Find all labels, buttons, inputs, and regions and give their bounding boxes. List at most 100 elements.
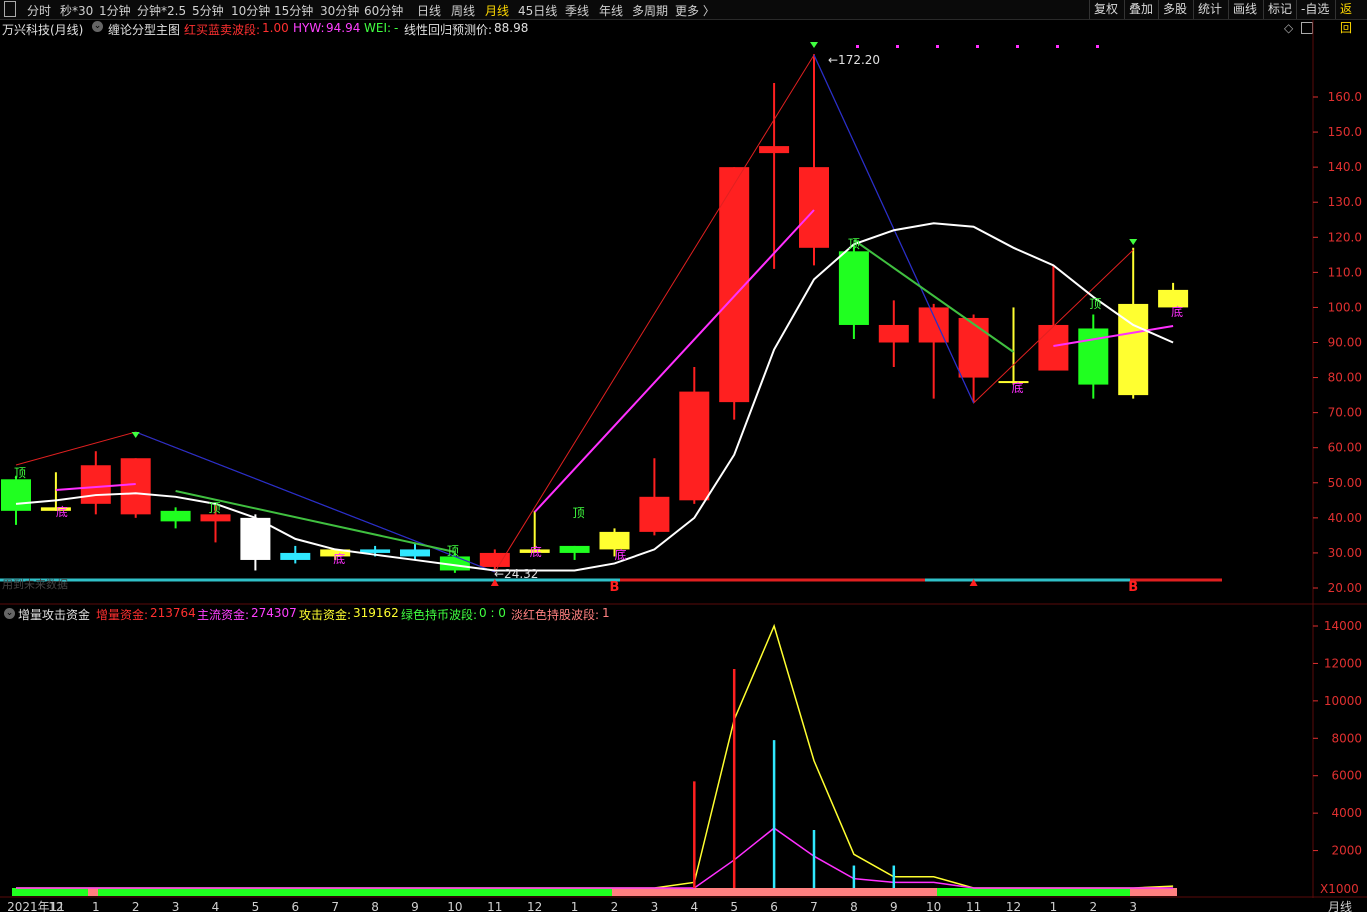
window-icon[interactable]: [1301, 22, 1313, 34]
toolbar-right-5[interactable]: 标记: [1263, 0, 1296, 19]
toolbar-right-6[interactable]: -自选: [1296, 0, 1333, 19]
top-marker: 顶: [14, 466, 26, 480]
bottom-marker: 底: [56, 504, 68, 519]
period-tab-11[interactable]: 月线: [485, 2, 509, 19]
collapse-icon[interactable]: ⌄: [92, 21, 103, 32]
wave-value: 1.00: [262, 21, 289, 35]
top-marker: 顶: [208, 501, 220, 515]
y-tick-label: 90.00: [1328, 336, 1362, 350]
y-tick-label: 70.00: [1328, 406, 1362, 420]
toolbar-right-4[interactable]: 画线: [1228, 0, 1261, 19]
main-fund-line: [16, 827, 1174, 889]
indicator-name[interactable]: 缠论分型主图: [108, 21, 180, 38]
x-tick-label: 3: [651, 900, 659, 912]
top-marker: 顶: [848, 237, 860, 251]
attack-label: 攻击资金:: [299, 608, 352, 622]
candle-body: [200, 514, 231, 522]
x-tick-label: 2: [132, 900, 140, 912]
top-marker: 顶: [573, 506, 585, 520]
x-tick-label: 10: [926, 900, 941, 912]
up-arrow: [490, 579, 499, 586]
period-tab-5[interactable]: 10分钟: [231, 2, 270, 19]
candle-body: [799, 167, 829, 248]
candle-body: [599, 531, 630, 550]
buy-marker: B: [1128, 580, 1138, 595]
y-tick-label: 60.00: [1328, 441, 1362, 455]
toolbar-right-2[interactable]: 多股: [1158, 0, 1191, 19]
toolbar-right-0[interactable]: 复权: [1089, 0, 1122, 19]
x-tick-label: 2: [611, 900, 619, 912]
y-tick-label: 100.0: [1328, 300, 1362, 314]
green-seg2: [853, 239, 1015, 353]
indicator-collapse-icon[interactable]: ⌄: [4, 608, 15, 619]
bottom-marker: 底: [1011, 380, 1023, 395]
candle-body: [280, 552, 311, 560]
x-tick-label: 10: [447, 900, 462, 912]
period-tab-3[interactable]: 分钟*2.5: [137, 2, 186, 19]
hyw-value: 94.94: [326, 21, 361, 35]
hold-band-pink: [612, 888, 937, 896]
y-tick-label: 40.00: [1328, 511, 1362, 525]
diamond-icon[interactable]: ◇: [1284, 21, 1293, 35]
signal-dot: [896, 45, 899, 48]
period-tab-0[interactable]: 分时: [27, 2, 51, 19]
hold-band-pink0: [88, 888, 98, 896]
down-arrow: [810, 42, 818, 48]
period-tab-6[interactable]: 15分钟: [274, 2, 313, 19]
period-tab-2[interactable]: 1分钟: [99, 2, 131, 19]
x-tick-label: 12: [48, 900, 63, 912]
period-tab-9[interactable]: 日线: [417, 2, 441, 19]
bottom-marker: 底: [614, 547, 626, 562]
green-value: 0 : 0: [479, 606, 506, 620]
y-tick-label: 140.0: [1328, 160, 1362, 174]
x-tick-label: 1: [92, 900, 100, 912]
period-tab-7[interactable]: 30分钟: [320, 2, 359, 19]
period-tab-13[interactable]: 季线: [565, 2, 589, 19]
y-tick-label: 50.00: [1328, 476, 1362, 490]
ind-y-tick-label: 8000: [1331, 731, 1362, 745]
toolbar-right-1[interactable]: 叠加: [1124, 0, 1157, 19]
candle-body: [120, 458, 151, 515]
down-arrow: [1129, 239, 1138, 245]
grid-icon[interactable]: [4, 1, 16, 17]
regression-label: 线性回归预测价:: [404, 23, 493, 37]
period-tab-4[interactable]: 5分钟: [192, 2, 224, 19]
top-marker: 顶: [447, 544, 459, 558]
x-tick-label: 5: [252, 900, 260, 912]
signal-dot: [1016, 45, 1019, 48]
x-tick-label: 8: [850, 900, 858, 912]
green-seg1: [175, 490, 456, 553]
unit-label: X1000: [1320, 882, 1359, 896]
candle-body: [998, 381, 1029, 384]
period-tab-15[interactable]: 多周期: [632, 2, 668, 19]
candle-body: [679, 391, 710, 501]
kline-chart[interactable]: 20.00 30.00 40.00 50.00 60.00 70.00 80.00 90.00…: [0, 0, 1367, 912]
x-tick-label: 4: [690, 900, 698, 912]
wave-label: 红买蓝卖波段:: [184, 23, 261, 37]
zigzag-red: [15, 53, 1134, 573]
hyw-label: HYW:: [293, 21, 325, 35]
toolbar-right-7[interactable]: 返回: [1335, 0, 1367, 35]
candle-body: [80, 465, 111, 504]
period-tab-12[interactable]: 45日线: [518, 2, 557, 19]
candle-body: [1118, 303, 1149, 396]
period-tab-1[interactable]: 秒*30: [60, 2, 93, 19]
candle-body: [639, 496, 670, 532]
y-tick-label: 160.0: [1328, 90, 1362, 104]
y-tick-label: 20.00: [1328, 581, 1362, 595]
ind-y-tick-label: 4000: [1331, 806, 1362, 820]
period-tab-8[interactable]: 60分钟: [364, 2, 403, 19]
x-tick-label: 9: [411, 900, 419, 912]
period-tab-10[interactable]: 周线: [451, 2, 475, 19]
indicator-title[interactable]: 增量攻击资金: [18, 606, 90, 623]
period-tab-14[interactable]: 年线: [599, 2, 623, 19]
signal-dot: [976, 45, 979, 48]
x-tick-label: 6: [291, 900, 299, 912]
down-arrow: [131, 432, 140, 438]
toolbar-right-3[interactable]: 统计: [1193, 0, 1226, 19]
green-label: 绿色持币波段:: [401, 608, 478, 622]
period-tab-16[interactable]: 更多 〉: [675, 2, 715, 19]
x-tick-label: 12: [1006, 900, 1021, 912]
x-tick-label: 3: [172, 900, 180, 912]
candle-body: [918, 307, 949, 343]
